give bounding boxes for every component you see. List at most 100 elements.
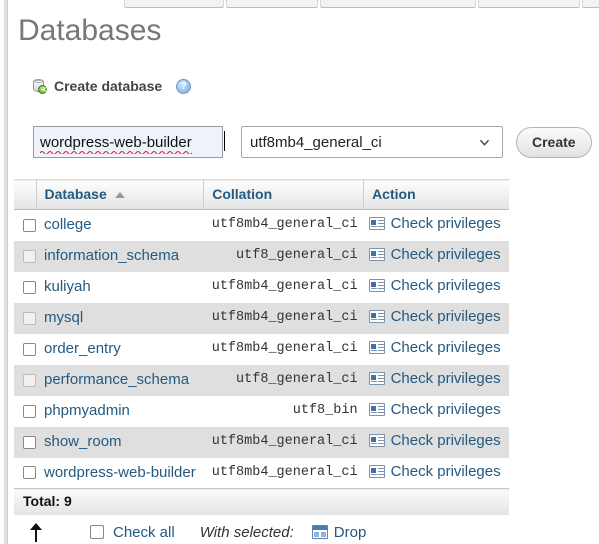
create-database-legend: Create database ? [32, 78, 192, 94]
check-privileges-link[interactable]: Check privileges [368, 339, 501, 356]
total-row: Total: 9 [14, 488, 509, 515]
privileges-icon [368, 464, 385, 478]
database-name-cell[interactable]: phpmyadmin [36, 395, 204, 427]
check-privileges-label: Check privileges [390, 370, 501, 387]
privileges-icon [368, 248, 385, 261]
privileges-icon [368, 279, 385, 292]
action-cell: Check privileges [363, 209, 509, 241]
databases-table-foot: Total: 9 [14, 488, 509, 515]
check-privileges-label: Check privileges [390, 462, 501, 480]
create-database-form: utf8mb4_general_ci Create [33, 126, 592, 158]
check-all-label[interactable]: Check all [113, 524, 175, 541]
action-cell: Check privileges [363, 271, 509, 303]
action-cell: Check privileges [363, 364, 509, 396]
row-checkbox[interactable] [23, 404, 36, 418]
database-name-cell[interactable]: show_room [36, 426, 204, 458]
header-checkbox-col [14, 179, 37, 210]
arrow-up-icon[interactable] [24, 521, 48, 543]
row-checkbox-cell [14, 457, 36, 489]
drop-label: Drop [333, 523, 367, 541]
table-row: information_schema utf8_general_ci Check p… [14, 240, 509, 272]
database-name-wrap [33, 126, 225, 158]
table-row: college utf8mb4_general_ci Check privilege… [14, 209, 509, 241]
header-database-label: Database [44, 186, 107, 202]
database-name-cell[interactable]: wordpress-web-builder [36, 457, 204, 489]
nav-tab-1[interactable] [124, 0, 224, 8]
table-row: phpmyadmin utf8_bin Check privileges [14, 395, 509, 427]
check-privileges-label: Check privileges [390, 401, 501, 418]
action-cell: Check privileges [363, 426, 509, 458]
collation-cell: utf8mb4_general_ci [203, 209, 364, 241]
check-privileges-link[interactable]: Check privileges [368, 432, 501, 449]
row-checkbox-cell [14, 426, 36, 458]
nav-tab-2[interactable] [226, 0, 318, 8]
check-privileges-link[interactable]: Check privileges [368, 370, 501, 387]
row-checkbox [23, 249, 36, 263]
row-checkbox-cell [14, 240, 36, 272]
row-checkbox[interactable] [23, 280, 36, 294]
action-cell: Check privileges [363, 302, 509, 334]
row-checkbox-cell [14, 364, 36, 396]
row-checkbox[interactable] [23, 435, 36, 449]
bulk-actions-bar: Check all With selected: Drop [14, 520, 498, 544]
databases-table-head: Database Collation Action [14, 179, 509, 210]
database-name-cell[interactable]: mysql [36, 302, 204, 334]
row-checkbox-cell [14, 209, 36, 241]
check-all-checkbox[interactable] [90, 525, 104, 539]
database-name-cell[interactable]: information_schema [36, 240, 204, 272]
collation-cell: utf8mb4_general_ci [203, 271, 364, 303]
table-row: order_entry utf8mb4_general_ci Check privi… [14, 333, 509, 365]
check-privileges-link[interactable]: Check privileges [368, 215, 501, 233]
nav-tab-3[interactable] [320, 0, 476, 8]
table-row: performance_schema utf8_general_ci Check p… [14, 364, 509, 396]
database-name-cell[interactable]: kuliyah [36, 271, 204, 303]
collation-select[interactable]: utf8mb4_general_ci [241, 126, 503, 158]
total-label: Total: 9 [14, 488, 509, 515]
privileges-icon [368, 310, 385, 323]
collation-cell: utf8mb4_general_ci [203, 457, 364, 489]
help-icon[interactable]: ? [176, 78, 192, 94]
table-row: wordpress-web-builder utf8mb4_general_ci C… [14, 457, 509, 489]
database-name-cell[interactable]: performance_schema [36, 364, 204, 396]
nav-tab-4[interactable] [478, 0, 580, 8]
nav-tab-strip [124, 0, 599, 9]
check-privileges-link[interactable]: Check privileges [368, 277, 501, 294]
check-privileges-link[interactable]: Check privileges [368, 308, 501, 325]
create-database-label: Create database [54, 78, 163, 94]
database-name-cell[interactable]: order_entry [36, 333, 204, 365]
databases-table-body: college utf8mb4_general_ci Check privilege… [14, 209, 509, 489]
collation-cell: utf8_bin [203, 395, 364, 427]
sort-ascending-icon [114, 192, 125, 199]
row-checkbox [23, 311, 36, 325]
create-button[interactable]: Create [516, 126, 592, 158]
database-name-cell[interactable]: college [36, 209, 204, 241]
drop-link[interactable]: Drop [311, 523, 367, 541]
privileges-icon [368, 372, 385, 385]
row-checkbox[interactable] [23, 466, 36, 480]
phpmyadmin-databases-page: Databases Create database ? utf8mb4_gene… [0, 0, 599, 544]
action-cell: Check privileges [363, 240, 509, 272]
nav-tab-5[interactable] [582, 0, 599, 8]
collation-cell: utf8_general_ci [203, 240, 364, 272]
row-checkbox[interactable] [23, 342, 36, 356]
action-cell: Check privileges [363, 333, 509, 365]
check-privileges-link[interactable]: Check privileges [368, 246, 501, 263]
header-collation[interactable]: Collation [203, 179, 365, 210]
collation-cell: utf8mb4_general_ci [203, 302, 364, 334]
row-checkbox-cell [14, 302, 36, 334]
page-title: Databases [18, 14, 162, 47]
table-row: show_room utf8mb4_general_ci Check privile… [14, 426, 509, 458]
drop-table-icon [311, 525, 328, 539]
table-row: kuliyah utf8mb4_general_ci Check privilege… [14, 271, 509, 303]
check-privileges-link[interactable]: Check privileges [368, 401, 501, 418]
privileges-icon [368, 341, 385, 354]
check-privileges-link[interactable]: Check privileges [368, 462, 501, 480]
check-privileges-label: Check privileges [390, 308, 501, 325]
check-privileges-label: Check privileges [390, 215, 501, 233]
row-checkbox[interactable] [23, 218, 36, 232]
header-action: Action [363, 179, 509, 210]
sidebar-divider-line [7, 0, 8, 544]
row-checkbox-cell [14, 395, 36, 427]
header-database[interactable]: Database [36, 179, 205, 210]
database-name-input[interactable] [33, 126, 223, 158]
